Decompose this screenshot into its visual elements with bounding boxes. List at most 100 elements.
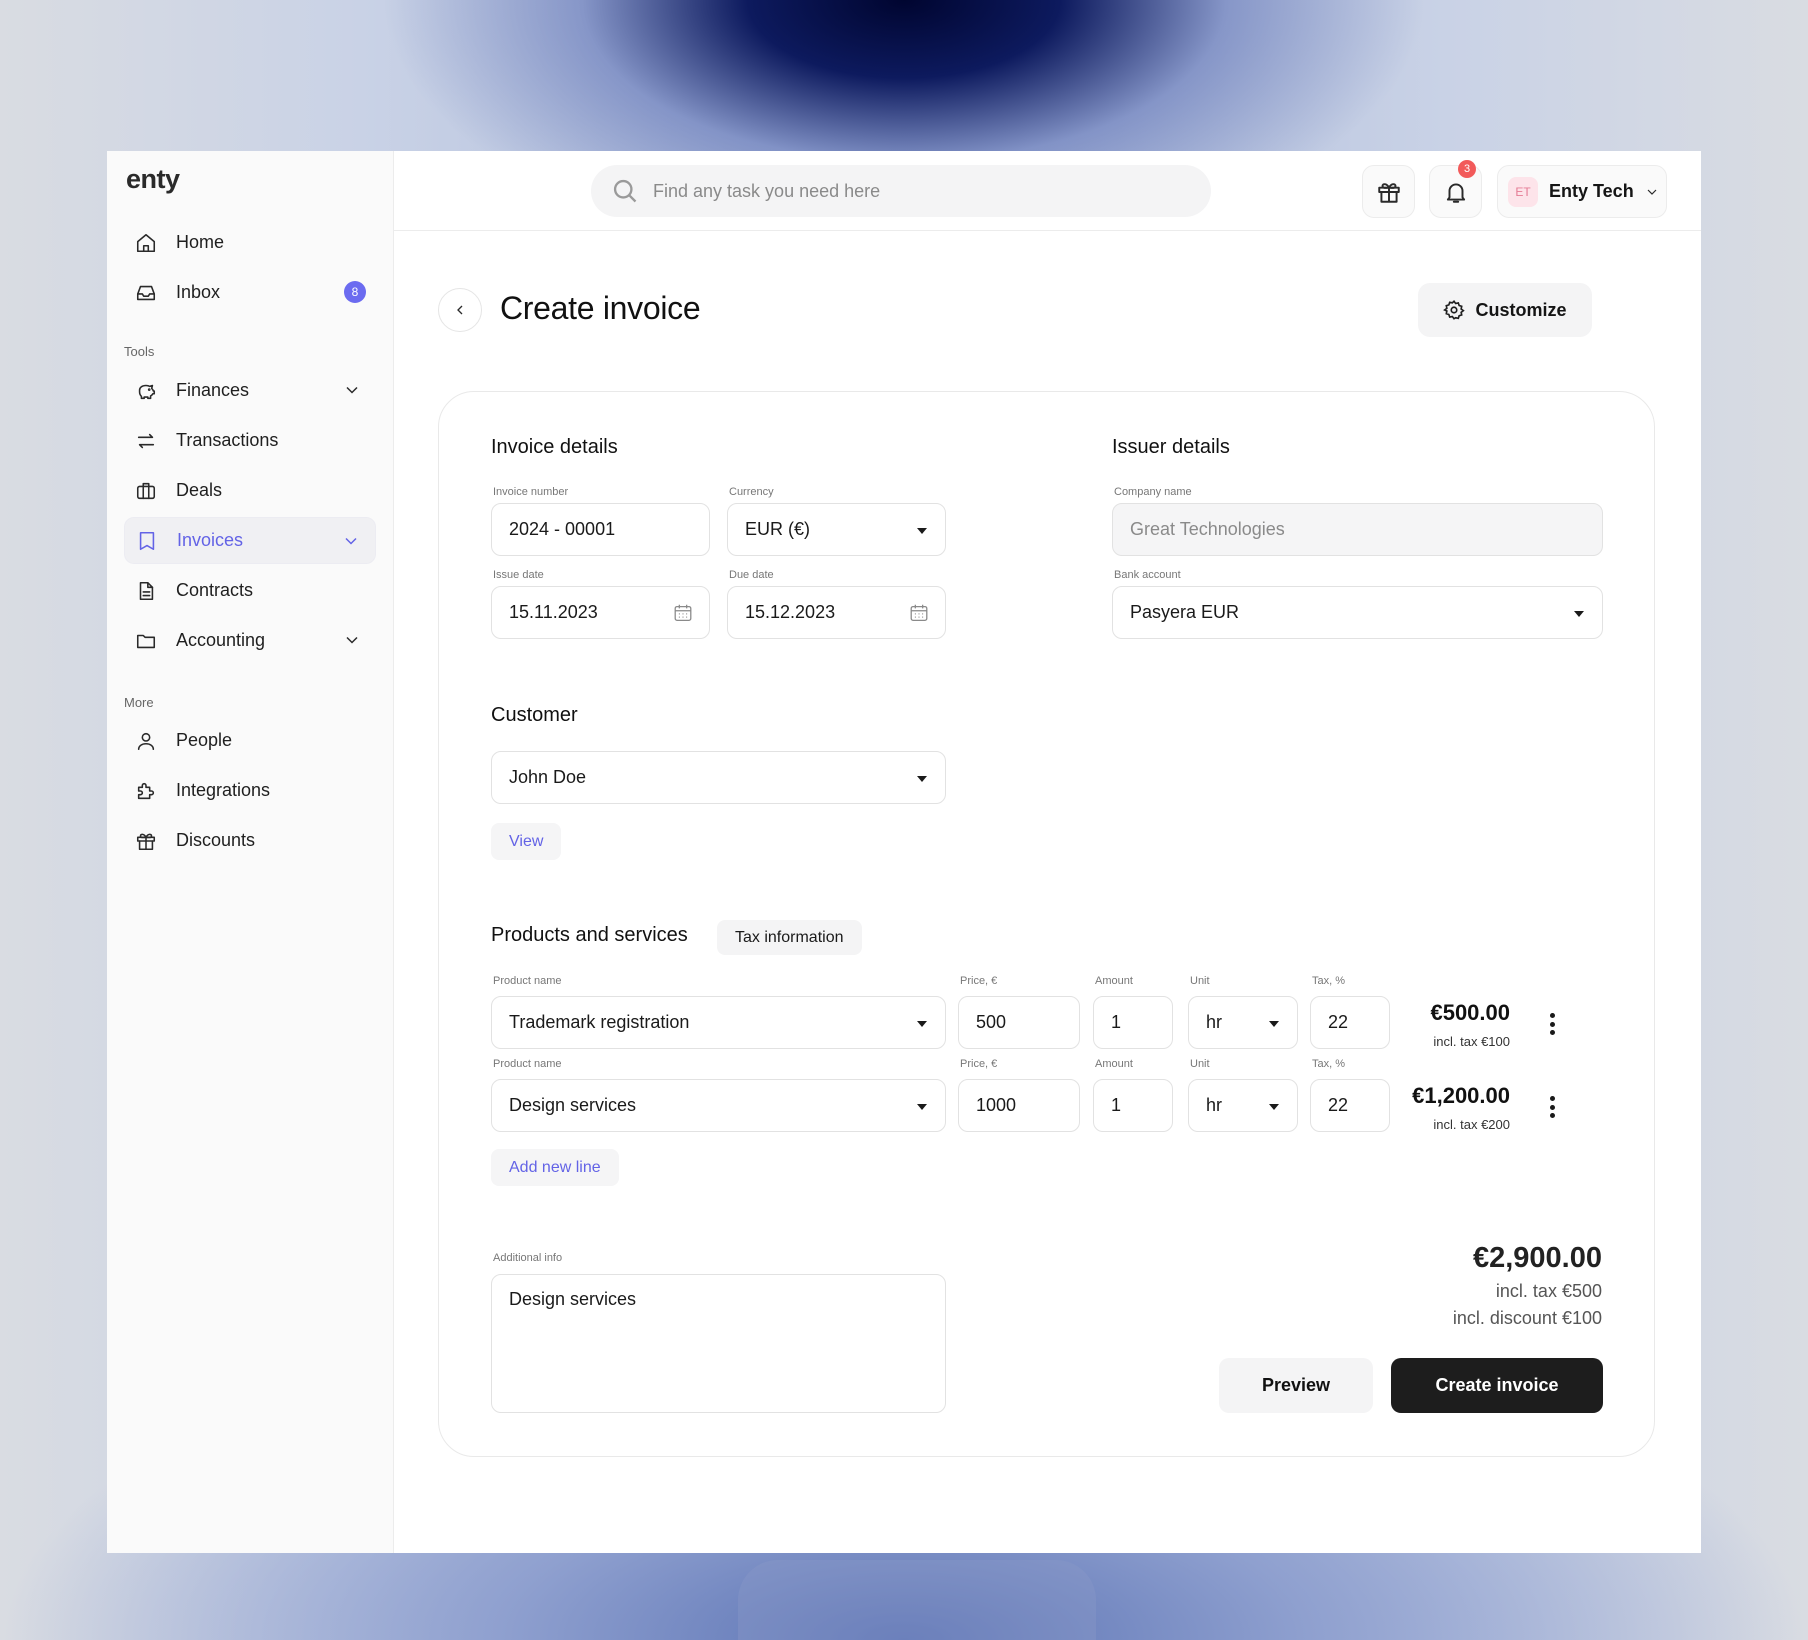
sidebar-item-invoices[interactable]: Invoices bbox=[124, 517, 376, 564]
invoice-total-discount: incl. discount €100 bbox=[1452, 1308, 1602, 1328]
product-name-label: Product name bbox=[493, 975, 562, 987]
issue-date-field[interactable]: 15.11.2023 bbox=[491, 586, 710, 639]
invoice-number-field[interactable]: 2024 - 00001 bbox=[491, 503, 710, 556]
chevron-down-icon bbox=[1647, 189, 1657, 195]
caret-down-icon bbox=[1574, 611, 1584, 617]
section-label-tools: Tools bbox=[124, 344, 155, 359]
gear-icon bbox=[1443, 300, 1466, 320]
sidebar-item-accounting[interactable]: Accounting bbox=[124, 617, 376, 664]
tax-information-button[interactable]: Tax information bbox=[717, 920, 862, 955]
due-date-field[interactable]: 15.12.2023 bbox=[727, 586, 946, 639]
document-icon bbox=[134, 579, 158, 603]
invoice-total-tax: incl. tax €500 bbox=[1495, 1281, 1602, 1301]
sidebar-item-integrations[interactable]: Integrations bbox=[124, 767, 376, 814]
add-new-line-button[interactable]: Add new line bbox=[491, 1149, 619, 1186]
sidebar-item-finances[interactable]: Finances bbox=[124, 367, 376, 414]
bank-account-value: Pasyera EUR bbox=[1130, 602, 1240, 622]
tax-value: 22 bbox=[1328, 1095, 1349, 1115]
additional-info-textarea[interactable]: Design services bbox=[491, 1274, 946, 1413]
unit-label: Unit bbox=[1190, 1058, 1210, 1070]
sidebar-item-contracts[interactable]: Contracts bbox=[124, 567, 376, 614]
sidebar-item-label: Transactions bbox=[176, 430, 279, 450]
unit-select[interactable]: hr bbox=[1188, 1079, 1298, 1132]
product-select[interactable]: Design services bbox=[491, 1079, 946, 1132]
amount-label: Amount bbox=[1095, 1058, 1133, 1070]
calendar-icon[interactable] bbox=[672, 602, 694, 624]
amount-input[interactable]: 1 bbox=[1093, 996, 1173, 1049]
price-label: Price, € bbox=[960, 1058, 998, 1070]
line-total: €500.00 incl. tax €100 bbox=[1360, 1000, 1510, 1049]
line-total-tax: incl. tax €200 bbox=[1433, 1117, 1510, 1132]
unit-select[interactable]: hr bbox=[1188, 996, 1298, 1049]
product-value: Design services bbox=[509, 1095, 637, 1115]
sidebar-item-label: Discounts bbox=[176, 830, 256, 850]
amount-input[interactable]: 1 bbox=[1093, 1079, 1173, 1132]
additional-info-value: Design services bbox=[509, 1289, 637, 1309]
back-button[interactable] bbox=[438, 288, 482, 332]
invoice-number-label: Invoice number bbox=[493, 486, 569, 498]
tax-label: Tax, % bbox=[1312, 975, 1346, 987]
invoice-form-card: Invoice details Invoice number 2024 - 00… bbox=[438, 391, 1655, 1457]
currency-select[interactable]: EUR (€) bbox=[727, 503, 946, 556]
caret-down-icon bbox=[917, 528, 927, 534]
unit-value: hr bbox=[1206, 1095, 1223, 1115]
main-content: 3 ET Enty Tech Create invoice Customize … bbox=[394, 151, 1701, 1553]
additional-info-label: Additional info bbox=[493, 1252, 563, 1264]
currency-label: Currency bbox=[729, 486, 774, 498]
search-input[interactable] bbox=[653, 180, 1173, 202]
more-vertical-icon[interactable] bbox=[1542, 1093, 1562, 1121]
preview-button[interactable]: Preview bbox=[1219, 1358, 1373, 1413]
sidebar-item-discounts[interactable]: Discounts bbox=[124, 817, 376, 864]
view-customer-button[interactable]: View bbox=[491, 823, 562, 860]
invoice-summary: €2,900.00 incl. tax €500 incl. discount … bbox=[1453, 1242, 1602, 1329]
product-select[interactable]: Trademark registration bbox=[491, 996, 946, 1049]
more-vertical-icon[interactable] bbox=[1542, 1010, 1562, 1038]
issue-date-label: Issue date bbox=[493, 569, 544, 581]
top-bar: 3 ET Enty Tech bbox=[394, 151, 1701, 231]
piggy-bank-icon bbox=[134, 379, 158, 403]
app-window: enty Home Inbox 8 Tools Finances Transac… bbox=[107, 151, 1701, 1553]
sidebar-item-label: Inbox bbox=[176, 282, 221, 302]
customer-select[interactable]: John Doe bbox=[491, 751, 946, 804]
price-input[interactable]: 1000 bbox=[958, 1079, 1080, 1132]
notifications-button[interactable]: 3 bbox=[1429, 160, 1482, 218]
price-value: 1000 bbox=[976, 1095, 1017, 1115]
caret-down-icon bbox=[917, 1021, 927, 1027]
bank-account-select[interactable]: Pasyera EUR bbox=[1112, 586, 1603, 639]
calendar-icon[interactable] bbox=[908, 602, 930, 624]
chevron-down-icon[interactable] bbox=[341, 531, 361, 551]
account-menu[interactable]: ET Enty Tech bbox=[1497, 165, 1667, 218]
customize-label: Customize bbox=[1475, 299, 1567, 320]
avatar: ET bbox=[1508, 176, 1538, 207]
due-date-value: 15.12.2023 bbox=[745, 602, 836, 622]
create-invoice-button[interactable]: Create invoice bbox=[1391, 1358, 1603, 1413]
background-dock bbox=[738, 1560, 1096, 1640]
invoice-details-title: Invoice details bbox=[491, 436, 618, 458]
sidebar-item-people[interactable]: People bbox=[124, 717, 376, 764]
invoice-icon bbox=[135, 529, 159, 553]
customer-value: John Doe bbox=[509, 767, 587, 787]
sidebar-item-transactions[interactable]: Transactions bbox=[124, 417, 376, 464]
sidebar-item-label: People bbox=[176, 730, 233, 750]
app-logo: enty bbox=[126, 164, 180, 194]
briefcase-icon bbox=[134, 479, 158, 503]
chevron-down-icon[interactable] bbox=[342, 630, 362, 650]
gift-icon bbox=[1377, 182, 1400, 203]
notification-badge: 3 bbox=[1458, 160, 1476, 178]
chevron-left-icon bbox=[457, 305, 463, 315]
inbox-badge: 8 bbox=[344, 281, 366, 303]
sidebar-item-label: Deals bbox=[176, 480, 223, 500]
sidebar-item-home[interactable]: Home bbox=[124, 219, 376, 266]
search-bar[interactable] bbox=[591, 165, 1211, 217]
customize-button[interactable]: Customize bbox=[1418, 283, 1592, 337]
bank-account-label: Bank account bbox=[1114, 569, 1181, 581]
sidebar-item-inbox[interactable]: Inbox 8 bbox=[124, 269, 376, 316]
gift-button[interactable] bbox=[1362, 165, 1415, 218]
company-name-field: Great Technologies bbox=[1112, 503, 1603, 556]
invoice-number-value: 2024 - 00001 bbox=[509, 519, 616, 539]
sidebar-item-deals[interactable]: Deals bbox=[124, 467, 376, 514]
price-input[interactable]: 500 bbox=[958, 996, 1080, 1049]
chevron-down-icon[interactable] bbox=[342, 380, 362, 400]
section-label-more: More bbox=[124, 695, 154, 710]
page-title: Create invoice bbox=[500, 290, 701, 326]
